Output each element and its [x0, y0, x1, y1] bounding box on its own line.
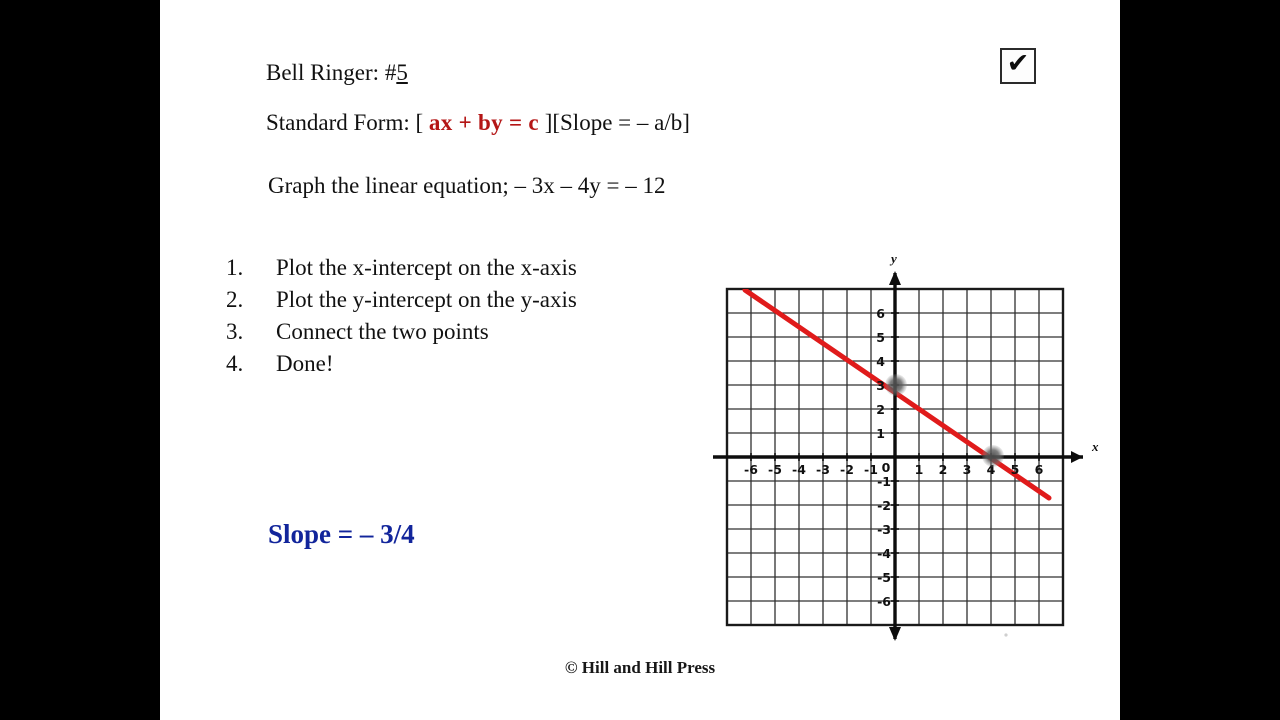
y-tick-label: 3	[876, 378, 885, 393]
x-tick-label: -4	[792, 462, 806, 477]
y-tick-label: -3	[877, 522, 891, 537]
slide-canvas: Bell Ringer: #5 Standard Form: [ ax + by…	[160, 0, 1120, 720]
y-tick-label: 2	[876, 402, 885, 417]
standard-form-colon: : [	[403, 110, 429, 135]
step-text: Connect the two points	[276, 319, 489, 344]
origin-label: 0	[882, 460, 891, 475]
coordinate-graph: x y -6 -5 -4 -3 -2 -1 0 1 2 3 4 5 6 6 5 …	[705, 245, 1105, 645]
y-tick-label: -5	[877, 570, 891, 585]
y-tick-label: -6	[877, 594, 891, 609]
step-number: 3.	[226, 319, 244, 344]
x-tick-label: 2	[939, 462, 948, 477]
checkmark-box[interactable]: ✔	[1000, 48, 1036, 84]
y-tick-label: -4	[877, 546, 891, 561]
step-text: Done!	[276, 351, 334, 376]
bell-ringer-number: 5	[396, 60, 408, 85]
slide-root: Bell Ringer: #5 Standard Form: [ ax + by…	[0, 0, 1280, 720]
x-tick-label: -1	[864, 462, 878, 477]
y-axis-arrow-down	[889, 627, 901, 641]
graph-instruction: Graph the linear equation; – 3x – 4y = –…	[268, 173, 666, 198]
x-axis-label: x	[1091, 439, 1099, 454]
x-axis-arrow	[1071, 451, 1083, 463]
step-number: 1.	[226, 255, 244, 280]
slope-answer: Slope = – 3/4	[268, 519, 415, 549]
standard-form-slope-note: ][Slope = – a/b]	[538, 110, 690, 135]
step-text: Plot the y-intercept on the y-axis	[276, 287, 577, 312]
x-tick-label: 3	[963, 462, 972, 477]
y-tick-label: 6	[876, 306, 885, 321]
y-tick-label: -1	[877, 474, 891, 489]
check-icon: ✔	[1006, 48, 1030, 79]
y-axis-arrow-up	[889, 271, 901, 285]
x-tick-label: -3	[816, 462, 830, 477]
standard-form-label: Standard Form	[266, 110, 404, 135]
y-tick-label: 4	[876, 354, 885, 369]
y-tick-label: -2	[877, 498, 891, 513]
y-axis-label: y	[889, 251, 897, 266]
x-tick-label: 1	[915, 462, 924, 477]
y-tick-label: 1	[876, 426, 885, 441]
x-tick-label: -5	[768, 462, 782, 477]
x-intercept-point	[982, 445, 1004, 467]
standard-form-heading: Standard Form: [ ax + by = c ][Slope = –…	[266, 111, 690, 134]
graph-svg: x y -6 -5 -4 -3 -2 -1 0 1 2 3 4 5 6 6 5 …	[713, 251, 1099, 641]
bell-ringer-heading: Bell Ringer: #5	[266, 61, 408, 84]
step-number: 2.	[226, 287, 244, 312]
x-tick-label: 6	[1035, 462, 1044, 477]
step-number: 4.	[226, 351, 244, 376]
x-tick-label: -2	[840, 462, 854, 477]
footer-credit: © Hill and Hill Press	[564, 658, 716, 677]
step-text: Plot the x-intercept on the x-axis	[276, 255, 577, 280]
x-tick-label: -6	[744, 462, 758, 477]
y-intercept-point	[885, 374, 907, 396]
y-tick-label: 5	[876, 330, 885, 345]
artifact-dot	[1004, 633, 1008, 637]
standard-form-formula: ax + by = c	[428, 110, 539, 135]
x-tick-label: 5	[1011, 462, 1020, 477]
bell-ringer-label: Bell Ringer: #	[266, 60, 397, 85]
